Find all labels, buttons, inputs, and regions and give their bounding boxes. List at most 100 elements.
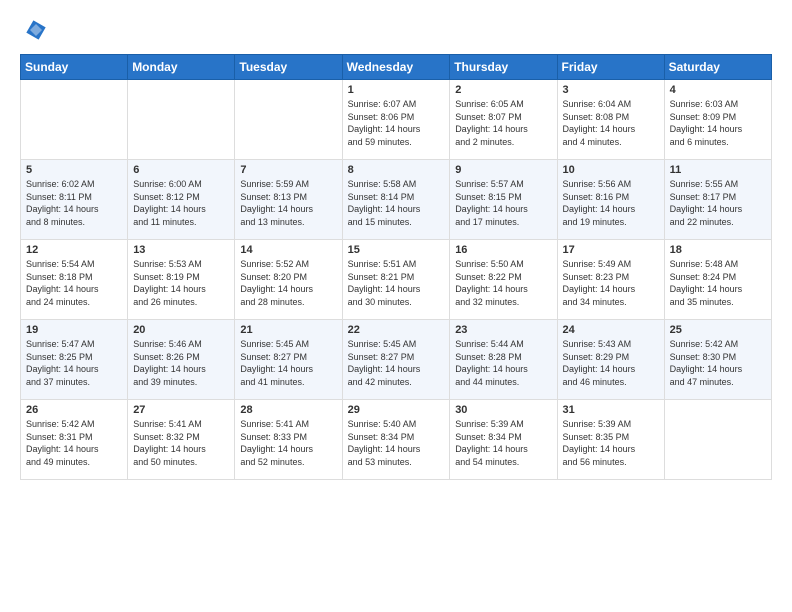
day-info: Sunrise: 5:48 AM Sunset: 8:24 PM Dayligh…	[670, 258, 766, 308]
day-number: 31	[563, 404, 659, 416]
weekday-header-monday: Monday	[128, 55, 235, 80]
day-number: 4	[670, 84, 766, 96]
day-info: Sunrise: 5:46 AM Sunset: 8:26 PM Dayligh…	[133, 338, 229, 388]
day-info: Sunrise: 5:47 AM Sunset: 8:25 PM Dayligh…	[26, 338, 122, 388]
weekday-header-thursday: Thursday	[450, 55, 557, 80]
day-number: 21	[240, 324, 336, 336]
calendar-cell: 24 Sunrise: 5:43 AM Sunset: 8:29 PM Dayli…	[557, 320, 664, 400]
day-number: 26	[26, 404, 122, 416]
day-info: Sunrise: 6:04 AM Sunset: 8:08 PM Dayligh…	[563, 98, 659, 148]
day-info: Sunrise: 5:56 AM Sunset: 8:16 PM Dayligh…	[563, 178, 659, 228]
calendar-cell: 3 Sunrise: 6:04 AM Sunset: 8:08 PM Daylig…	[557, 80, 664, 160]
calendar-cell: 21Sunrise: 5:45 AM Sunset: 8:27 PM Dayli…	[235, 320, 342, 400]
day-number: 14	[240, 244, 336, 256]
day-info: Sunrise: 5:59 AM Sunset: 8:13 PM Dayligh…	[240, 178, 336, 228]
day-info: Sunrise: 5:53 AM Sunset: 8:19 PM Dayligh…	[133, 258, 229, 308]
day-number: 3	[563, 84, 659, 96]
week-row-1: 1Sunrise: 6:07 AM Sunset: 8:06 PM Daylig…	[21, 80, 772, 160]
day-number: 29	[348, 404, 445, 416]
day-info: Sunrise: 5:41 AM Sunset: 8:33 PM Dayligh…	[240, 418, 336, 468]
day-number: 15	[348, 244, 445, 256]
day-info: Sunrise: 5:58 AM Sunset: 8:14 PM Dayligh…	[348, 178, 445, 228]
day-number: 6	[133, 164, 229, 176]
calendar-cell: 2 Sunrise: 6:05 AM Sunset: 8:07 PM Daylig…	[450, 80, 557, 160]
calendar-cell: 23 Sunrise: 5:44 AM Sunset: 8:28 PM Dayli…	[450, 320, 557, 400]
week-row-5: 26 Sunrise: 5:42 AM Sunset: 8:31 PM Dayli…	[21, 400, 772, 480]
week-row-2: 5Sunrise: 6:02 AM Sunset: 8:11 PM Daylig…	[21, 160, 772, 240]
calendar-cell: 10 Sunrise: 5:56 AM Sunset: 8:16 PM Dayli…	[557, 160, 664, 240]
day-number: 28	[240, 404, 336, 416]
day-info: Sunrise: 5:41 AM Sunset: 8:32 PM Dayligh…	[133, 418, 229, 468]
day-number: 23	[455, 324, 551, 336]
page: SundayMondayTuesdayWednesdayThursdayFrid…	[0, 0, 792, 612]
calendar-cell: 8 Sunrise: 5:58 AM Sunset: 8:14 PM Daylig…	[342, 160, 450, 240]
day-info: Sunrise: 5:50 AM Sunset: 8:22 PM Dayligh…	[455, 258, 551, 308]
day-number: 17	[563, 244, 659, 256]
day-number: 20	[133, 324, 229, 336]
header	[20, 16, 772, 44]
calendar-cell: 17Sunrise: 5:49 AM Sunset: 8:23 PM Dayli…	[557, 240, 664, 320]
day-info: Sunrise: 5:39 AM Sunset: 8:35 PM Dayligh…	[563, 418, 659, 468]
calendar-cell: 15 Sunrise: 5:51 AM Sunset: 8:21 PM Dayli…	[342, 240, 450, 320]
day-number: 2	[455, 84, 551, 96]
day-info: Sunrise: 5:43 AM Sunset: 8:29 PM Dayligh…	[563, 338, 659, 388]
calendar-cell: 25Sunrise: 5:42 AM Sunset: 8:30 PM Dayli…	[664, 320, 771, 400]
calendar-cell: 30 Sunrise: 5:39 AM Sunset: 8:34 PM Dayli…	[450, 400, 557, 480]
day-number: 7	[240, 164, 336, 176]
weekday-header-saturday: Saturday	[664, 55, 771, 80]
calendar-cell: 27 Sunrise: 5:41 AM Sunset: 8:32 PM Dayli…	[128, 400, 235, 480]
calendar-cell: 6 Sunrise: 6:00 AM Sunset: 8:12 PM Daylig…	[128, 160, 235, 240]
day-number: 11	[670, 164, 766, 176]
day-number: 19	[26, 324, 122, 336]
day-number: 16	[455, 244, 551, 256]
day-info: Sunrise: 5:44 AM Sunset: 8:28 PM Dayligh…	[455, 338, 551, 388]
calendar-cell: 5Sunrise: 6:02 AM Sunset: 8:11 PM Daylig…	[21, 160, 128, 240]
calendar-cell: 13 Sunrise: 5:53 AM Sunset: 8:19 PM Dayli…	[128, 240, 235, 320]
day-number: 22	[348, 324, 445, 336]
day-info: Sunrise: 5:42 AM Sunset: 8:31 PM Dayligh…	[26, 418, 122, 468]
calendar-cell: 19 Sunrise: 5:47 AM Sunset: 8:25 PM Dayli…	[21, 320, 128, 400]
day-info: Sunrise: 5:45 AM Sunset: 8:27 PM Dayligh…	[348, 338, 445, 388]
weekday-header-wednesday: Wednesday	[342, 55, 450, 80]
weekday-header-sunday: Sunday	[21, 55, 128, 80]
calendar-cell: 14 Sunrise: 5:52 AM Sunset: 8:20 PM Dayli…	[235, 240, 342, 320]
calendar-cell: 1Sunrise: 6:07 AM Sunset: 8:06 PM Daylig…	[342, 80, 450, 160]
day-number: 12	[26, 244, 122, 256]
calendar-table: SundayMondayTuesdayWednesdayThursdayFrid…	[20, 54, 772, 480]
day-number: 5	[26, 164, 122, 176]
day-info: Sunrise: 5:54 AM Sunset: 8:18 PM Dayligh…	[26, 258, 122, 308]
day-number: 24	[563, 324, 659, 336]
calendar-cell: 28 Sunrise: 5:41 AM Sunset: 8:33 PM Dayli…	[235, 400, 342, 480]
day-number: 9	[455, 164, 551, 176]
calendar-cell: 4Sunrise: 6:03 AM Sunset: 8:09 PM Daylig…	[664, 80, 771, 160]
calendar-cell: 9 Sunrise: 5:57 AM Sunset: 8:15 PM Daylig…	[450, 160, 557, 240]
calendar-cell: 11 Sunrise: 5:55 AM Sunset: 8:17 PM Dayli…	[664, 160, 771, 240]
day-info: Sunrise: 5:57 AM Sunset: 8:15 PM Dayligh…	[455, 178, 551, 228]
day-number: 13	[133, 244, 229, 256]
calendar-cell	[128, 80, 235, 160]
day-info: Sunrise: 6:00 AM Sunset: 8:12 PM Dayligh…	[133, 178, 229, 228]
weekday-header-tuesday: Tuesday	[235, 55, 342, 80]
day-number: 27	[133, 404, 229, 416]
week-row-4: 19 Sunrise: 5:47 AM Sunset: 8:25 PM Dayli…	[21, 320, 772, 400]
calendar-cell: 12 Sunrise: 5:54 AM Sunset: 8:18 PM Dayli…	[21, 240, 128, 320]
day-info: Sunrise: 5:52 AM Sunset: 8:20 PM Dayligh…	[240, 258, 336, 308]
day-number: 18	[670, 244, 766, 256]
calendar-cell: 26 Sunrise: 5:42 AM Sunset: 8:31 PM Dayli…	[21, 400, 128, 480]
day-number: 8	[348, 164, 445, 176]
day-info: Sunrise: 5:40 AM Sunset: 8:34 PM Dayligh…	[348, 418, 445, 468]
week-row-3: 12 Sunrise: 5:54 AM Sunset: 8:18 PM Dayli…	[21, 240, 772, 320]
day-info: Sunrise: 5:51 AM Sunset: 8:21 PM Dayligh…	[348, 258, 445, 308]
logo	[20, 16, 50, 44]
day-info: Sunrise: 6:05 AM Sunset: 8:07 PM Dayligh…	[455, 98, 551, 148]
calendar-cell	[664, 400, 771, 480]
calendar-cell: 16 Sunrise: 5:50 AM Sunset: 8:22 PM Dayli…	[450, 240, 557, 320]
calendar-cell: 7 Sunrise: 5:59 AM Sunset: 8:13 PM Daylig…	[235, 160, 342, 240]
day-number: 30	[455, 404, 551, 416]
calendar-cell: 31 Sunrise: 5:39 AM Sunset: 8:35 PM Dayli…	[557, 400, 664, 480]
calendar-cell: 29 Sunrise: 5:40 AM Sunset: 8:34 PM Dayli…	[342, 400, 450, 480]
day-info: Sunrise: 5:39 AM Sunset: 8:34 PM Dayligh…	[455, 418, 551, 468]
day-info: Sunrise: 5:55 AM Sunset: 8:17 PM Dayligh…	[670, 178, 766, 228]
day-info: Sunrise: 6:07 AM Sunset: 8:06 PM Dayligh…	[348, 98, 445, 148]
day-number: 10	[563, 164, 659, 176]
